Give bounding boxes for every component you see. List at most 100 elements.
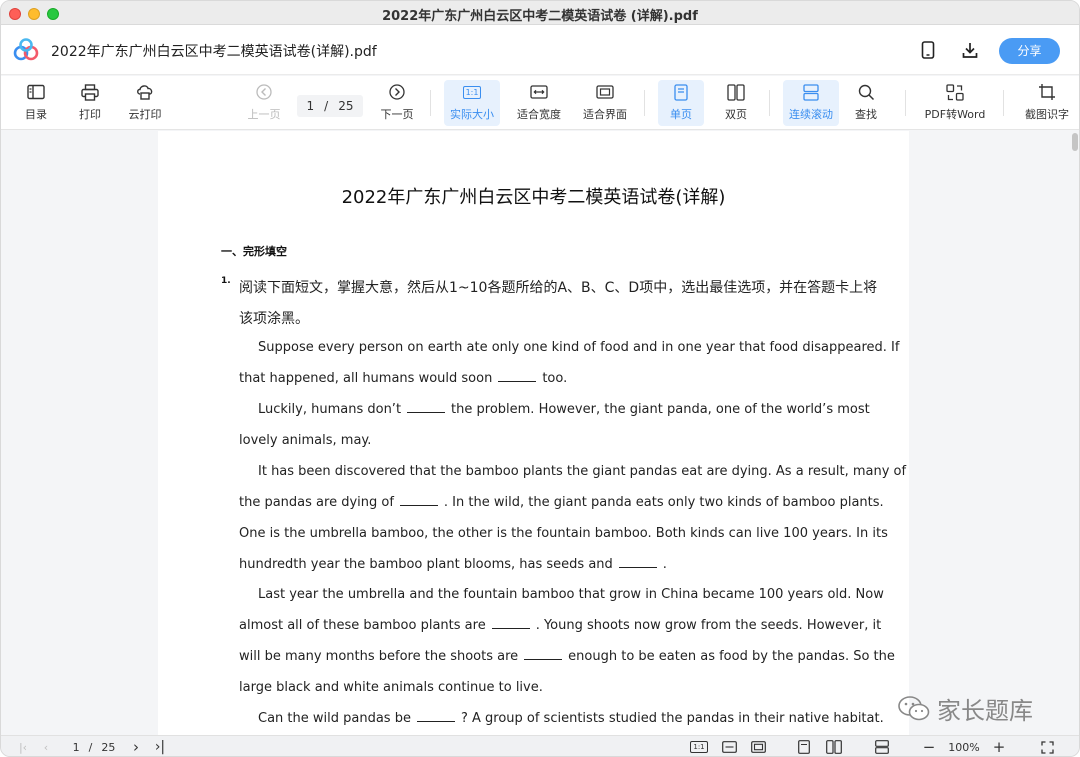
actual-size-icon: 1:1 — [462, 85, 482, 99]
text-segment: . Young shoots now grow from the seeds. … — [535, 618, 882, 633]
status-fit-page-button[interactable] — [748, 739, 768, 755]
prev-page-button[interactable]: 上一页 — [245, 80, 283, 126]
ocr-label: 截图识字 — [1025, 108, 1069, 121]
prev-page-label: 上一页 — [247, 108, 281, 121]
ocr-button[interactable]: 截图识字 — [1021, 80, 1073, 126]
next-page-label: 下一页 — [380, 108, 414, 121]
phone-button[interactable] — [917, 39, 939, 61]
text-line: 阅读下面短文，掌握大意，然后从1~10各题所给的A、B、C、D项中，选出最佳选项… — [239, 280, 878, 296]
answer-blank — [491, 619, 530, 629]
sidebar-icon — [27, 84, 45, 100]
question-number: 1. — [221, 276, 231, 286]
share-button[interactable]: 分享 — [999, 38, 1060, 64]
answer-blank — [399, 496, 438, 506]
next-page-button[interactable]: 下一页 — [378, 80, 416, 126]
last-page-icon: ›| — [154, 739, 166, 755]
watermark-text: 家长题库 — [937, 697, 1033, 725]
double-page-icon — [727, 83, 745, 101]
single-page-button[interactable]: 单页 — [658, 80, 704, 126]
vertical-scrollbar[interactable] — [1069, 131, 1079, 735]
chevron-right-icon: › — [133, 738, 139, 756]
minus-icon: − — [922, 738, 936, 756]
window-title: 2022年广东广州白云区中考二模英语试卷 (详解).pdf — [382, 9, 698, 24]
download-button[interactable] — [959, 39, 981, 61]
double-page-label: 双页 — [725, 108, 747, 121]
status-single-page-button[interactable] — [795, 739, 813, 755]
actual-size-button[interactable]: 1:1 实际大小 — [444, 80, 500, 126]
double-page-button[interactable]: 双页 — [718, 80, 754, 126]
continuous-scroll-label: 连续滚动 — [789, 108, 833, 121]
text-line: 该项涂黑。 — [239, 311, 309, 327]
status-page-indicator[interactable]: 1 / 25 — [67, 739, 121, 755]
current-page-value: 1 — [306, 99, 315, 113]
title-bar: 2022年广东广州白云区中考二模英语试卷 (详解).pdf — [1, 1, 1079, 25]
status-bar: |‹ ‹ 1 / 25 › ›| 1:1 − 100% + — [1, 735, 1079, 756]
text-segment: hundredth year the bamboo plant blooms, … — [239, 557, 613, 572]
chevron-left-circle-icon — [256, 84, 272, 100]
fit-page-icon — [596, 85, 614, 99]
text-line: One is the umbrella bamboo, the other is… — [239, 526, 888, 541]
fit-width-label: 适合宽度 — [517, 108, 561, 121]
status-fit-width-button[interactable] — [719, 739, 739, 755]
text-segment: ? A group of scientists studied the pand… — [460, 711, 884, 726]
text-segment: . — [662, 557, 667, 572]
single-page-icon — [674, 83, 688, 101]
text-line: almost all of these bamboo plants are . Y… — [239, 618, 881, 633]
text-line: lovely animals, may. — [239, 433, 372, 448]
text-line: Last year the umbrella and the fountain … — [258, 587, 884, 602]
text-segment: Luckily, humans don’t — [258, 402, 402, 417]
fit-page-icon — [750, 741, 766, 753]
status-total-pages: 25 — [101, 740, 116, 754]
toolbar-divider — [644, 90, 645, 116]
text-segment: the pandas are dying of — [239, 495, 394, 510]
pdf-to-word-button[interactable]: PDF转Word — [921, 80, 989, 126]
first-page-button[interactable]: |‹ — [15, 739, 31, 755]
last-page-button[interactable]: ›| — [151, 739, 169, 755]
print-button[interactable]: 打印 — [75, 80, 105, 126]
search-label: 查找 — [855, 108, 877, 121]
status-continuous-button[interactable] — [873, 739, 891, 755]
cloud-printer-icon — [137, 85, 153, 100]
fit-width-icon — [721, 741, 737, 753]
zoom-out-button[interactable]: − — [921, 738, 937, 756]
next-page-small-button[interactable]: › — [129, 738, 143, 756]
text-line: Luckily, humans don’t the problem. Howeve… — [258, 402, 870, 417]
fit-width-button[interactable]: 适合宽度 — [514, 80, 564, 126]
cloud-print-label: 云打印 — [128, 108, 162, 121]
status-page-separator: / — [88, 740, 93, 754]
status-current-page: 1 — [72, 740, 80, 754]
toolbar-divider — [769, 90, 770, 116]
download-icon — [962, 43, 978, 58]
search-button[interactable]: 查找 — [851, 80, 881, 126]
section-heading: 一、完形填空 — [221, 245, 287, 258]
total-pages-value: 25 — [338, 99, 354, 113]
print-label: 打印 — [79, 108, 101, 121]
text-line: large black and white animals continue t… — [239, 680, 543, 695]
text-line: will be many months before the shoots ar… — [239, 649, 895, 664]
text-segment: that happened, all humans would soon — [239, 371, 493, 386]
app-logo-icon — [13, 38, 39, 61]
prev-page-small-button[interactable]: ‹ — [39, 739, 53, 755]
fit-width-icon — [530, 85, 548, 99]
text-line: the pandas are dying of . In the wild, th… — [239, 495, 884, 510]
answer-blank — [416, 712, 455, 722]
status-actual-size-button[interactable]: 1:1 — [689, 739, 709, 755]
document-viewport[interactable]: 2022年广东广州白云区中考二模英语试卷(详解) 一、完形填空 1. 阅读下面短… — [1, 131, 1069, 735]
fullscreen-button[interactable] — [1038, 739, 1056, 755]
status-double-page-button[interactable] — [824, 739, 844, 755]
pdf-to-word-label: PDF转Word — [924, 108, 986, 121]
zoom-level[interactable]: 100% — [945, 739, 983, 755]
scroll-thumb[interactable] — [1072, 133, 1078, 151]
cloud-print-button[interactable]: 云打印 — [125, 80, 165, 126]
wechat-icon — [898, 695, 930, 720]
page-number-field[interactable]: 1 / 25 — [297, 95, 363, 117]
toc-button[interactable]: 目录 — [21, 80, 51, 126]
answer-blank — [407, 403, 446, 413]
crop-icon — [1039, 84, 1055, 100]
text-segment: will be many months before the shoots ar… — [239, 649, 519, 664]
fit-page-button[interactable]: 适合界面 — [580, 80, 630, 126]
fit-page-label: 适合界面 — [583, 108, 627, 121]
continuous-scroll-button[interactable]: 连续滚动 — [783, 80, 839, 126]
zoom-in-button[interactable]: + — [991, 738, 1007, 756]
chevron-left-icon: ‹ — [43, 740, 49, 754]
